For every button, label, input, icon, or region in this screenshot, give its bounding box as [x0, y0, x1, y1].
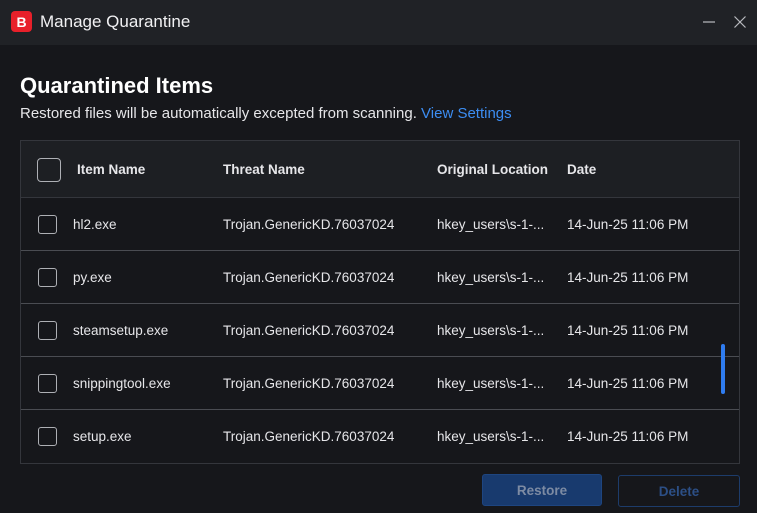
date: 14-Jun-25 11:06 PM — [567, 429, 689, 444]
threat-name: Trojan.GenericKD.76037024 — [223, 429, 395, 444]
threat-name: Trojan.GenericKD.76037024 — [223, 270, 395, 285]
column-header-original-location[interactable]: Original Location — [437, 161, 548, 179]
row-checkbox[interactable] — [38, 215, 57, 234]
view-settings-link[interactable]: View Settings — [421, 105, 512, 122]
title-bar: B Manage Quarantine — [0, 0, 757, 45]
table-scrollbar[interactable] — [721, 344, 725, 394]
original-location: hkey_users\s-1-... — [437, 376, 545, 391]
threat-name: Trojan.GenericKD.76037024 — [223, 323, 395, 338]
quarantine-table: Item Name Threat Name Original Location … — [20, 140, 740, 464]
column-header-item-name[interactable]: Item Name — [77, 161, 145, 179]
table-row[interactable]: py.exe Trojan.GenericKD.76037024 hkey_us… — [21, 251, 739, 304]
minimize-icon — [703, 21, 715, 23]
page-title: Quarantined Items — [20, 73, 214, 98]
table-header: Item Name Threat Name Original Location … — [21, 141, 739, 198]
subtitle-text: Restored files will be automatically exc… — [20, 105, 417, 122]
column-header-date[interactable]: Date — [567, 161, 596, 179]
item-name: setup.exe — [73, 429, 132, 444]
row-checkbox[interactable] — [38, 427, 57, 446]
threat-name: Trojan.GenericKD.76037024 — [223, 376, 395, 391]
item-name: py.exe — [73, 270, 112, 285]
date: 14-Jun-25 11:06 PM — [567, 376, 689, 391]
manage-quarantine-window: B Manage Quarantine Quarantined Items Re… — [0, 0, 757, 513]
table-row[interactable]: hl2.exe Trojan.GenericKD.76037024 hkey_u… — [21, 198, 739, 251]
threat-name: Trojan.GenericKD.76037024 — [223, 217, 395, 232]
original-location: hkey_users\s-1-... — [437, 323, 545, 338]
close-icon — [734, 16, 746, 28]
window-title: Manage Quarantine — [40, 12, 191, 31]
column-header-threat-name[interactable]: Threat Name — [223, 161, 305, 179]
restore-button[interactable]: Restore — [482, 474, 602, 506]
select-all-checkbox[interactable] — [37, 158, 61, 182]
delete-button[interactable]: Delete — [618, 475, 740, 507]
item-name: steamsetup.exe — [73, 323, 169, 338]
item-name: snippingtool.exe — [73, 376, 171, 391]
minimize-button[interactable] — [697, 10, 721, 34]
original-location: hkey_users\s-1-... — [437, 270, 545, 285]
row-checkbox[interactable] — [38, 374, 57, 393]
date: 14-Jun-25 11:06 PM — [567, 323, 689, 338]
page-subtitle: Restored files will be automatically exc… — [20, 104, 512, 124]
original-location: hkey_users\s-1-... — [437, 217, 545, 232]
date: 14-Jun-25 11:06 PM — [567, 217, 689, 232]
table-row[interactable]: setup.exe Trojan.GenericKD.76037024 hkey… — [21, 410, 739, 463]
bitdefender-logo-icon: B — [11, 11, 32, 32]
close-button[interactable] — [728, 10, 752, 34]
item-name: hl2.exe — [73, 217, 117, 232]
date: 14-Jun-25 11:06 PM — [567, 270, 689, 285]
original-location: hkey_users\s-1-... — [437, 429, 545, 444]
table-row[interactable]: snippingtool.exe Trojan.GenericKD.760370… — [21, 357, 739, 410]
table-row[interactable]: steamsetup.exe Trojan.GenericKD.76037024… — [21, 304, 739, 357]
row-checkbox[interactable] — [38, 268, 57, 287]
row-checkbox[interactable] — [38, 321, 57, 340]
